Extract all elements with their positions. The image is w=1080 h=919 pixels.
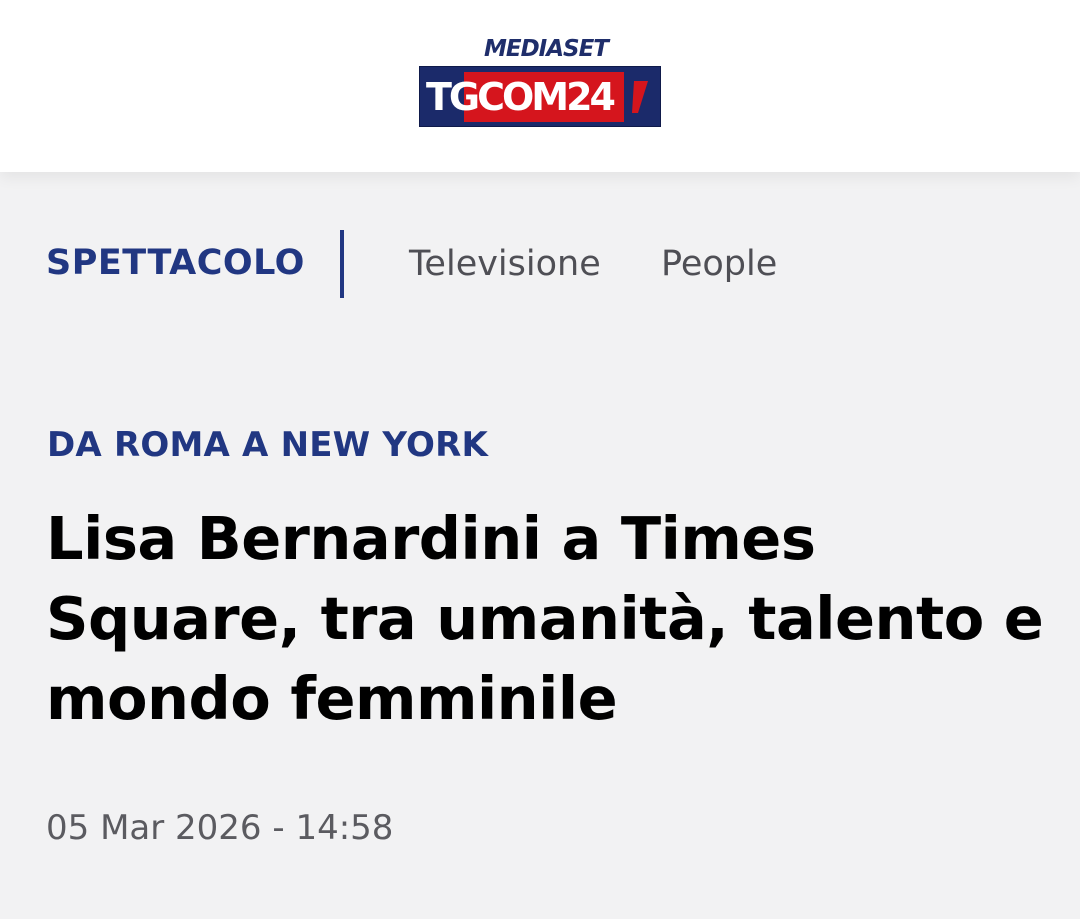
site-header: MEDIASET TGCOM24 [0,0,1080,172]
article-datetime: 05 Mar 2026 - 14:58 [46,808,394,848]
section-nav: SPETTACOLO Televisione People [0,172,1080,362]
tgcom24-wordmark: TGCOM24 [426,75,616,119]
nav-divider [340,230,344,298]
article-kicker[interactable]: DA ROMA A NEW YORK [47,425,488,465]
article-title: Lisa Bernardini a Times Square, tra uman… [46,504,1044,733]
nav-section-spettacolo[interactable]: SPETTACOLO [46,243,305,283]
mediaset-wordmark: MEDIASET [483,36,609,62]
tgcom24-logo[interactable]: MEDIASET TGCOM24 [419,36,661,128]
logo-swoosh-icon [632,81,648,113]
nav-link-people[interactable]: People [661,244,777,284]
nav-link-televisione[interactable]: Televisione [409,244,601,284]
tgcom24-badge: TGCOM24 [419,66,661,127]
